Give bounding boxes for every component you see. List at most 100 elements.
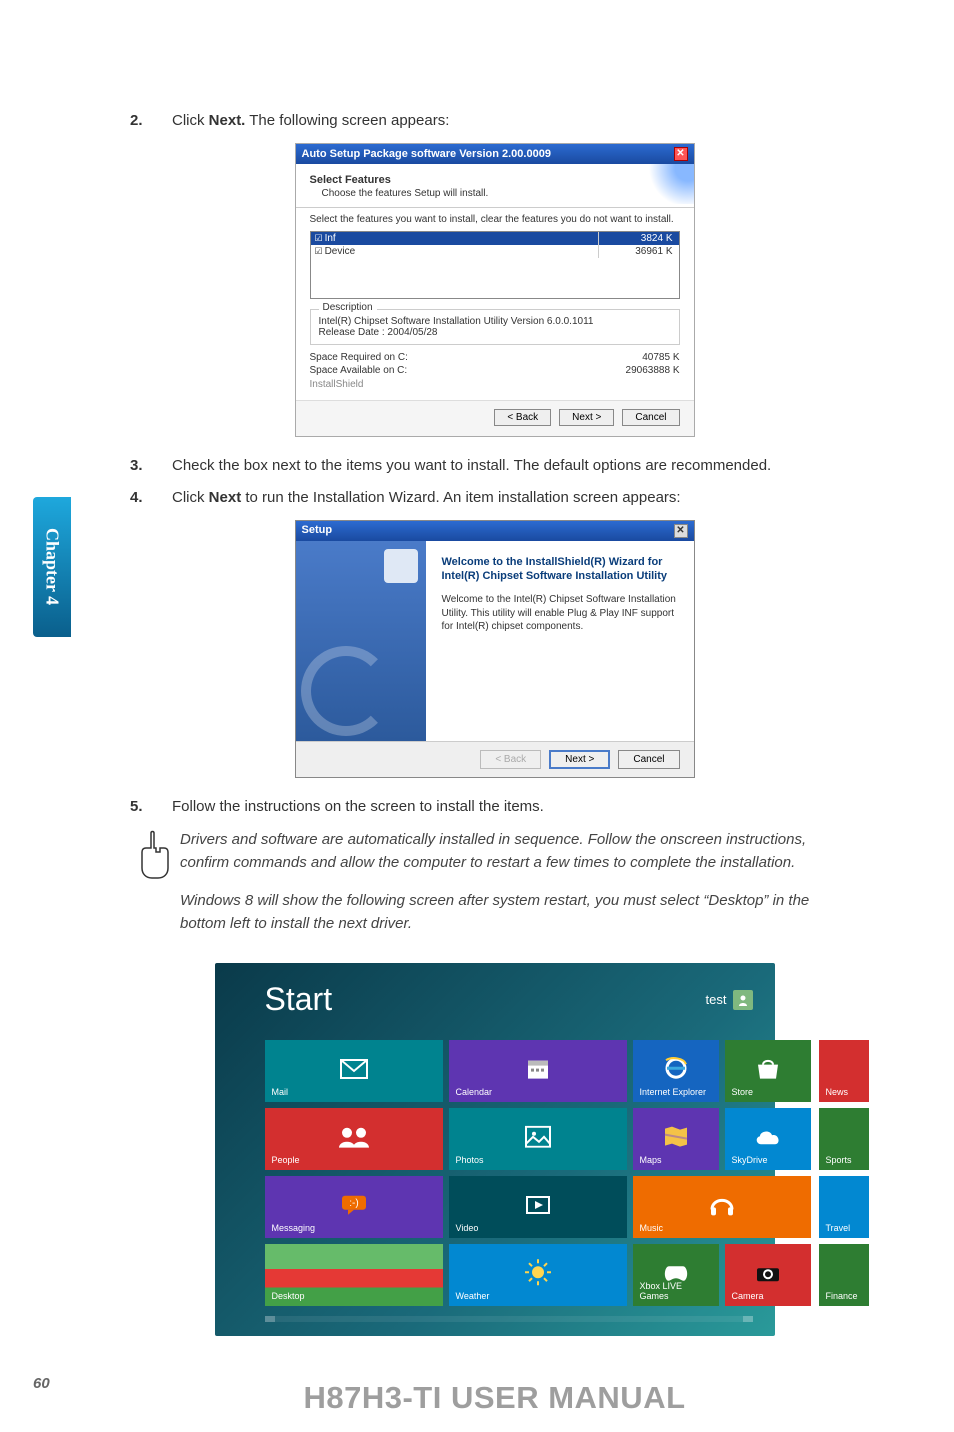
features-list[interactable]: Inf 3824 K Device 36961 K	[310, 231, 680, 299]
photos-icon	[525, 1126, 551, 1148]
user-badge[interactable]: test	[706, 990, 753, 1010]
step-3: 3. Check the box next to the items you w…	[130, 455, 859, 478]
feature-size: 3824 K	[599, 232, 679, 245]
dialog-buttons: < Back Next > Cancel	[296, 741, 694, 777]
store-icon	[755, 1057, 781, 1081]
install-wizard-dialog: Setup ✕ Welcome to the InstallShield(R) …	[295, 520, 695, 778]
manual-title: H87H3-TI USER MANUAL	[130, 1380, 859, 1416]
start-label: Start	[265, 981, 333, 1018]
ie-icon	[662, 1054, 690, 1082]
dialog-title: Setup	[302, 524, 333, 538]
tile-mail[interactable]: Mail	[265, 1040, 443, 1102]
tile-finance[interactable]: Finance	[819, 1244, 869, 1306]
feature-row[interactable]: Device 36961 K	[311, 245, 679, 258]
space-required: Space Required on C:40785 K	[310, 351, 680, 364]
desc-line: Intel(R) Chipset Software Installation U…	[319, 316, 671, 327]
note-paragraph: Windows 8 will show the following screen…	[180, 889, 859, 936]
feature-name: Device	[311, 245, 599, 258]
back-button: < Back	[480, 750, 541, 769]
feature-row[interactable]: Inf 3824 K	[311, 232, 679, 245]
cancel-button[interactable]: Cancel	[622, 409, 679, 426]
description-box: Intel(R) Chipset Software Installation U…	[310, 309, 680, 345]
tile-calendar[interactable]: Calendar	[449, 1040, 627, 1102]
tile-camera[interactable]: Camera	[725, 1244, 811, 1306]
video-icon	[525, 1195, 551, 1215]
dialog-title: Auto Setup Package software Version 2.00…	[302, 148, 551, 160]
page-number: 60	[33, 1375, 50, 1392]
tile-video[interactable]: Video	[449, 1176, 627, 1238]
dialog-subheader: Choose the features Setup will install.	[322, 188, 680, 199]
dialog-header: Select Features	[310, 174, 680, 186]
cloud-icon	[753, 1128, 783, 1146]
wizard-sidebar	[296, 541, 426, 741]
game-icon	[663, 1264, 689, 1282]
step-2: 2. Click Next. The following screen appe…	[130, 110, 859, 133]
note-paragraph: Drivers and software are automatically i…	[180, 828, 859, 875]
tile-travel[interactable]: Travel	[819, 1176, 869, 1238]
feature-size: 36961 K	[599, 245, 679, 258]
scrollbar[interactable]	[265, 1316, 753, 1322]
select-features-dialog: Auto Setup Package software Version 2.00…	[295, 143, 695, 437]
feature-name: Inf	[311, 232, 599, 245]
chapter-label: Chapter 4	[42, 528, 63, 605]
document-page: Chapter 4 2. Click Next. The following s…	[0, 0, 954, 1432]
step-number: 5.	[130, 796, 172, 819]
tile-photos[interactable]: Photos	[449, 1108, 627, 1170]
note-text: Drivers and software are automatically i…	[180, 828, 859, 949]
tile-people[interactable]: People	[265, 1108, 443, 1170]
tile-news[interactable]: News	[819, 1040, 869, 1102]
dialog-instruction: Select the features you want to install,…	[310, 214, 680, 225]
tile-skydrive[interactable]: SkyDrive	[725, 1108, 811, 1170]
close-icon[interactable]: ✕	[674, 524, 688, 538]
titlebar: Auto Setup Package software Version 2.00…	[296, 144, 694, 164]
step-text: Check the box next to the items you want…	[172, 455, 859, 478]
mail-icon	[340, 1059, 368, 1079]
camera-icon	[755, 1264, 781, 1282]
step-5: 5. Follow the instructions on the screen…	[130, 796, 859, 819]
user-name: test	[706, 992, 727, 1007]
dialog-buttons: < Back Next > Cancel	[296, 400, 694, 436]
tile-messaging[interactable]: :-)Messaging	[265, 1176, 443, 1238]
win8-start-screen: Start test Mail Calendar Internet Explor…	[215, 963, 775, 1336]
note-block: Drivers and software are automatically i…	[130, 828, 859, 949]
tile-xbox[interactable]: Xbox LIVE Games	[633, 1244, 719, 1306]
swirl-graphic	[301, 646, 391, 736]
people-icon	[337, 1126, 371, 1148]
desc-line: Release Date : 2004/05/28	[319, 327, 671, 338]
user-avatar-icon	[733, 990, 753, 1010]
install-icon	[384, 549, 418, 583]
cancel-button[interactable]: Cancel	[618, 750, 679, 769]
step-number: 3.	[130, 455, 172, 478]
pointing-hand-icon	[130, 828, 180, 949]
tile-ie[interactable]: Internet Explorer	[633, 1040, 719, 1102]
step-4: 4. Click Next to run the Installation Wi…	[130, 487, 859, 510]
step-text: Click Next. The following screen appears…	[172, 110, 859, 133]
maps-icon	[663, 1125, 689, 1149]
decorative-corner	[634, 164, 694, 204]
messaging-icon: :-)	[340, 1194, 368, 1216]
tile-desktop[interactable]: Desktop	[265, 1244, 443, 1306]
chapter-side-tab: Chapter 4	[33, 497, 71, 637]
tile-maps[interactable]: Maps	[633, 1108, 719, 1170]
tile-music[interactable]: Music	[633, 1176, 811, 1238]
calendar-icon	[526, 1057, 550, 1081]
sun-icon	[524, 1258, 552, 1286]
step-text: Click Next to run the Installation Wizar…	[172, 487, 859, 510]
step-number: 2.	[130, 110, 172, 133]
tile-store[interactable]: Store	[725, 1040, 811, 1102]
wizard-heading: Welcome to the InstallShield(R) Wizard f…	[442, 555, 678, 584]
step-text: Follow the instructions on the screen to…	[172, 796, 859, 819]
wizard-paragraph: Welcome to the Intel(R) Chipset Software…	[442, 593, 678, 634]
svg-text::-): :-)	[349, 1198, 358, 1209]
titlebar: Setup ✕	[296, 521, 694, 541]
step-number: 4.	[130, 487, 172, 510]
next-button[interactable]: Next >	[549, 750, 610, 769]
tile-weather[interactable]: Weather	[449, 1244, 627, 1306]
tile-sports[interactable]: Sports	[819, 1108, 869, 1170]
headphones-icon	[708, 1191, 736, 1217]
back-button[interactable]: < Back	[494, 409, 551, 426]
space-available: Space Available on C:29063888 K	[310, 364, 680, 377]
installshield-label: InstallShield	[310, 379, 680, 390]
next-button[interactable]: Next >	[559, 409, 614, 426]
close-icon[interactable]: ✕	[674, 147, 688, 161]
